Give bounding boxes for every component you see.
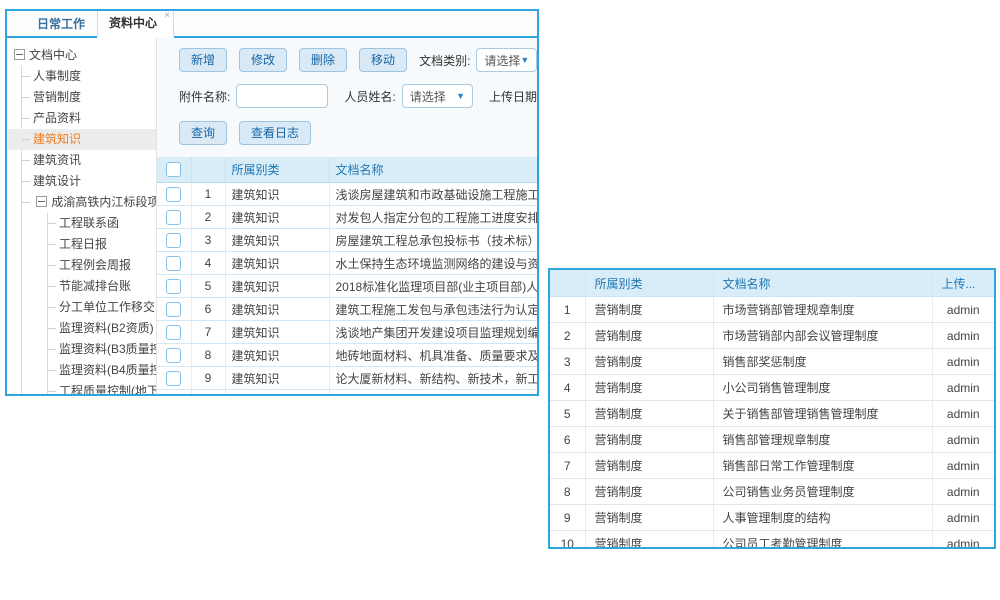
attachment-name-label: 附件名称: bbox=[179, 88, 230, 105]
tree-item-work-transfer[interactable]: 分工单位工作移交 bbox=[48, 297, 156, 318]
header-title: 文档名称 bbox=[713, 270, 932, 297]
header-index bbox=[191, 157, 225, 183]
row-checkbox[interactable] bbox=[166, 187, 181, 202]
document-center-window: 日常工作 资料中心 × 文档中心 人事制度 营销制度 产品资料 建筑知识 建筑资… bbox=[5, 9, 539, 396]
collapse-icon[interactable] bbox=[14, 49, 25, 60]
tab-bar: 日常工作 资料中心 × bbox=[7, 11, 537, 38]
tree-item-supervision-b4[interactable]: 监理资料(B4质量控制) bbox=[48, 360, 156, 381]
marketing-policy-table: 所属别类 文档名称 上传... 1 营销制度 市场营销部管理规章制度 admin… bbox=[550, 270, 994, 549]
table-row[interactable]: 3 营销制度 销售部奖惩制度 admin bbox=[550, 349, 994, 375]
table-row[interactable]: 2 建筑知识 对发包人指定分包的工程施工进度安排... bbox=[157, 206, 537, 229]
document-list-panel: 新增 修改 删除 移动 文档类别: 请选择 ▼ 文档 附件名称: 人员姓名: 请… bbox=[157, 38, 537, 394]
row-checkbox[interactable] bbox=[166, 279, 181, 294]
table-row[interactable]: 6 营销制度 销售部管理规章制度 admin bbox=[550, 427, 994, 453]
header-category: 所属别类 bbox=[225, 157, 329, 183]
tree-node-document-center[interactable]: 文档中心 bbox=[14, 45, 156, 66]
upload-date-label: 上传日期 bbox=[489, 88, 537, 105]
tree-item-construction-news[interactable]: 建筑资讯 bbox=[22, 150, 156, 171]
header-title: 文档名称 bbox=[329, 157, 537, 183]
table-row[interactable]: 7 建筑知识 浅谈地产集团开发建设项目监理规划编... bbox=[157, 321, 537, 344]
table-row[interactable]: 8 营销制度 公司销售业务员管理制度 admin bbox=[550, 479, 994, 505]
table-row[interactable]: 1 建筑知识 浅谈房屋建筑和市政基础设施工程施工... bbox=[157, 183, 537, 206]
table-header-row: 所属别类 文档名称 bbox=[157, 157, 537, 183]
tree-item-product-info[interactable]: 产品资料 bbox=[22, 108, 156, 129]
table-row[interactable]: 8 建筑知识 地砖地面材料、机具准备、质量要求及... bbox=[157, 344, 537, 367]
table-row[interactable]: 6 建筑知识 建筑工程施工发包与承包违法行为认定... bbox=[157, 298, 537, 321]
header-category: 所属别类 bbox=[585, 270, 713, 297]
table-row[interactable]: 7 营销制度 销售部日常工作管理制度 admin bbox=[550, 453, 994, 479]
search-button[interactable]: 查询 bbox=[179, 121, 227, 145]
table-row[interactable]: 2 营销制度 市场营销部内部会议管理制度 admin bbox=[550, 323, 994, 349]
table-row[interactable]: 9 建筑知识 论大厦新材料、新结构、新技术，新工... bbox=[157, 367, 537, 390]
table-row[interactable]: 1 营销制度 市场营销部管理规章制度 admin bbox=[550, 297, 994, 323]
row-checkbox[interactable] bbox=[166, 325, 181, 340]
doc-type-value: 请选择 bbox=[484, 52, 520, 69]
row-checkbox[interactable] bbox=[166, 256, 181, 271]
chevron-down-icon: ▼ bbox=[456, 91, 465, 101]
document-table: 所属别类 文档名称 1 建筑知识 浅谈房屋建筑和市政基础设施工程施工... 2 bbox=[157, 157, 537, 394]
tree-item-contact-letters[interactable]: 工程联系函 bbox=[48, 213, 156, 234]
person-name-label: 人员姓名: bbox=[344, 88, 395, 105]
row-checkbox[interactable] bbox=[166, 302, 181, 317]
table-row[interactable]: 10 建筑知识 大厦地下室加气砼墙砌筑工程的施工方... bbox=[157, 390, 537, 395]
tree-item-construction-knowledge[interactable]: 建筑知识 bbox=[22, 129, 156, 150]
doc-type-select[interactable]: 请选择 ▼ bbox=[476, 48, 537, 72]
tree-root-label: 文档中心 bbox=[29, 48, 77, 62]
select-all-checkbox[interactable] bbox=[166, 162, 181, 177]
person-value: 请选择 bbox=[410, 88, 446, 105]
tree-item-supervision-b2[interactable]: 监理资料(B2资质) bbox=[48, 318, 156, 339]
view-log-button[interactable]: 查看日志 bbox=[239, 121, 311, 145]
table-row[interactable]: 5 建筑知识 2018标准化监理项目部(业主项目部)人员... bbox=[157, 275, 537, 298]
doc-type-label: 文档类别: bbox=[419, 52, 470, 69]
attachment-name-input[interactable] bbox=[236, 84, 328, 108]
tree-item-marketing-policy[interactable]: 营销制度 bbox=[22, 87, 156, 108]
category-tree: 文档中心 人事制度 营销制度 产品资料 建筑知识 建筑资讯 建筑设计 成渝高铁内… bbox=[7, 38, 157, 394]
table-row[interactable]: 3 建筑知识 房屋建筑工程总承包投标书（技术标）... bbox=[157, 229, 537, 252]
tree-project-label: 成渝高铁内江标段项目 bbox=[51, 195, 157, 209]
tree-item-daily-report[interactable]: 工程日报 bbox=[48, 234, 156, 255]
marketing-policy-table-panel: 所属别类 文档名称 上传... 1 营销制度 市场营销部管理规章制度 admin… bbox=[548, 268, 996, 549]
tree-item-weekly-meeting[interactable]: 工程例会周报 bbox=[48, 255, 156, 276]
tree-item-construction-design[interactable]: 建筑设计 bbox=[22, 171, 156, 192]
delete-button[interactable]: 删除 bbox=[299, 48, 347, 72]
row-checkbox[interactable] bbox=[166, 210, 181, 225]
tab-data-center[interactable]: 资料中心 × bbox=[97, 9, 174, 38]
row-checkbox[interactable] bbox=[166, 233, 181, 248]
tree-item-energy-saving[interactable]: 节能减排台账 bbox=[48, 276, 156, 297]
collapse-icon[interactable] bbox=[36, 196, 47, 207]
table-header-row: 所属别类 文档名称 上传... bbox=[550, 270, 994, 297]
edit-button[interactable]: 修改 bbox=[239, 48, 287, 72]
close-icon[interactable]: × bbox=[164, 11, 170, 21]
tree-item-quality-basement[interactable]: 工程质量控制(地下室) bbox=[48, 381, 156, 394]
tree-item-hr-policy[interactable]: 人事制度 bbox=[22, 66, 156, 87]
tab-data-center-label: 资料中心 bbox=[109, 16, 157, 30]
move-button[interactable]: 移动 bbox=[359, 48, 407, 72]
person-select[interactable]: 请选择 ▼ bbox=[402, 84, 473, 108]
corner-cell bbox=[550, 270, 585, 297]
tab-daily-work[interactable]: 日常工作 bbox=[25, 10, 97, 36]
header-uploader: 上传... bbox=[932, 270, 994, 297]
tree-node-project[interactable]: 成渝高铁内江标段项目 工程联系函 工程日报 工程例会周报 节能减排台账 分工单位… bbox=[22, 192, 156, 394]
table-row[interactable]: 10 营销制度 公司员工考勤管理制度 admin bbox=[550, 531, 994, 550]
add-button[interactable]: 新增 bbox=[179, 48, 227, 72]
tree-item-supervision-b3[interactable]: 监理资料(B3质量控制) bbox=[48, 339, 156, 360]
row-checkbox[interactable] bbox=[166, 371, 181, 386]
table-row[interactable]: 4 营销制度 小公司销售管理制度 admin bbox=[550, 375, 994, 401]
table-row[interactable]: 5 营销制度 关于销售部管理销售管理制度 admin bbox=[550, 401, 994, 427]
table-row[interactable]: 9 营销制度 人事管理制度的结构 admin bbox=[550, 505, 994, 531]
row-checkbox[interactable] bbox=[166, 348, 181, 363]
table-row[interactable]: 4 建筑知识 水土保持生态环境监测网络的建设与资... bbox=[157, 252, 537, 275]
chevron-down-icon: ▼ bbox=[520, 55, 529, 65]
